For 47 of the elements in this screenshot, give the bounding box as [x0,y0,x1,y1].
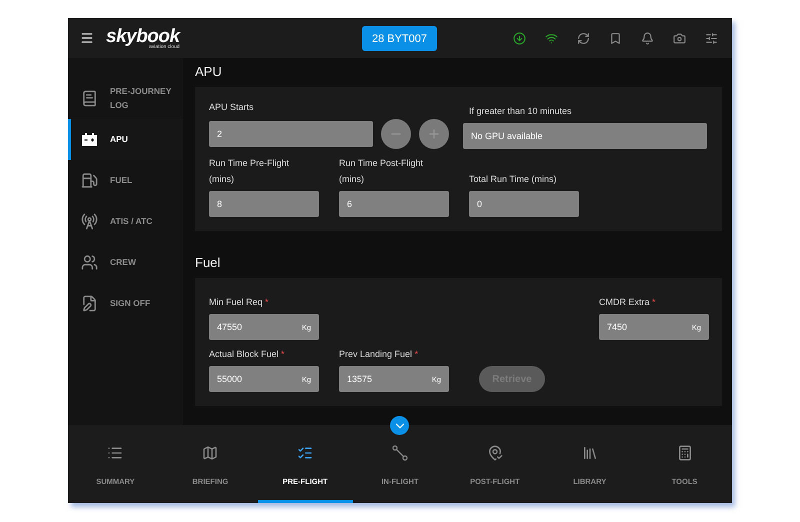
sidebar-item[interactable]: CREW [68,242,183,283]
input-field[interactable]: 8 [209,191,319,217]
input-field[interactable]: No GPU available [463,123,707,149]
increment-button[interactable] [419,119,449,149]
section-title: APU [195,64,223,80]
field-label: Run Time Post-Flight (mins) [339,157,424,186]
field-label: CMDR Extra * [599,296,656,309]
people-icon [81,254,98,271]
document-pen-icon [81,295,98,312]
camera-icon[interactable] [673,32,686,44]
plus-icon [427,127,441,141]
battery-icon [81,133,98,146]
library-icon [582,445,598,461]
sidebar-item[interactable]: FUEL [68,160,183,201]
section-title: Fuel [195,255,222,271]
field-label: Total Run Time (mins) [469,173,557,186]
sidebar-item[interactable]: SIGN OFF [68,283,183,324]
input-field[interactable]: 6 [339,191,449,217]
sidebar-item[interactable]: ATIS / ATC [68,201,183,242]
map-pin-icon [486,445,503,461]
input-field[interactable]: 0 [469,191,579,217]
field-label: APU Starts [209,101,254,114]
calculator-icon [676,445,693,461]
map-icon [202,445,218,461]
field-label: Actual Block Fuel * [209,348,285,361]
input-field[interactable]: 2 [209,121,373,147]
download-icon[interactable] [513,32,526,44]
radio-tower-icon [81,213,98,230]
bell-icon[interactable] [641,32,654,44]
sliders-icon[interactable] [705,32,718,44]
sync-icon[interactable] [577,32,590,44]
decrement-button[interactable] [381,119,411,149]
route-icon [392,445,408,461]
sidebar-item[interactable]: PRE-JOURNEY LOG [68,78,183,119]
bookmark-icon[interactable] [609,32,622,44]
wifi-icon[interactable] [545,32,558,44]
menu-icon[interactable] [80,31,94,45]
checklist-icon [297,445,314,461]
book-icon [81,90,98,107]
expand-button[interactable] [390,416,409,435]
list-icon [107,445,124,461]
field-label: Run Time Pre-Flight (mins) [209,157,290,186]
flight-button[interactable]: 28 BYT007 [362,26,437,51]
field-label: If greater than 10 minutes [469,105,572,118]
field-label: Prev Landing Fuel * [339,348,418,361]
field-label: Min Fuel Req * [209,296,269,309]
fuel-pump-icon [81,172,98,189]
